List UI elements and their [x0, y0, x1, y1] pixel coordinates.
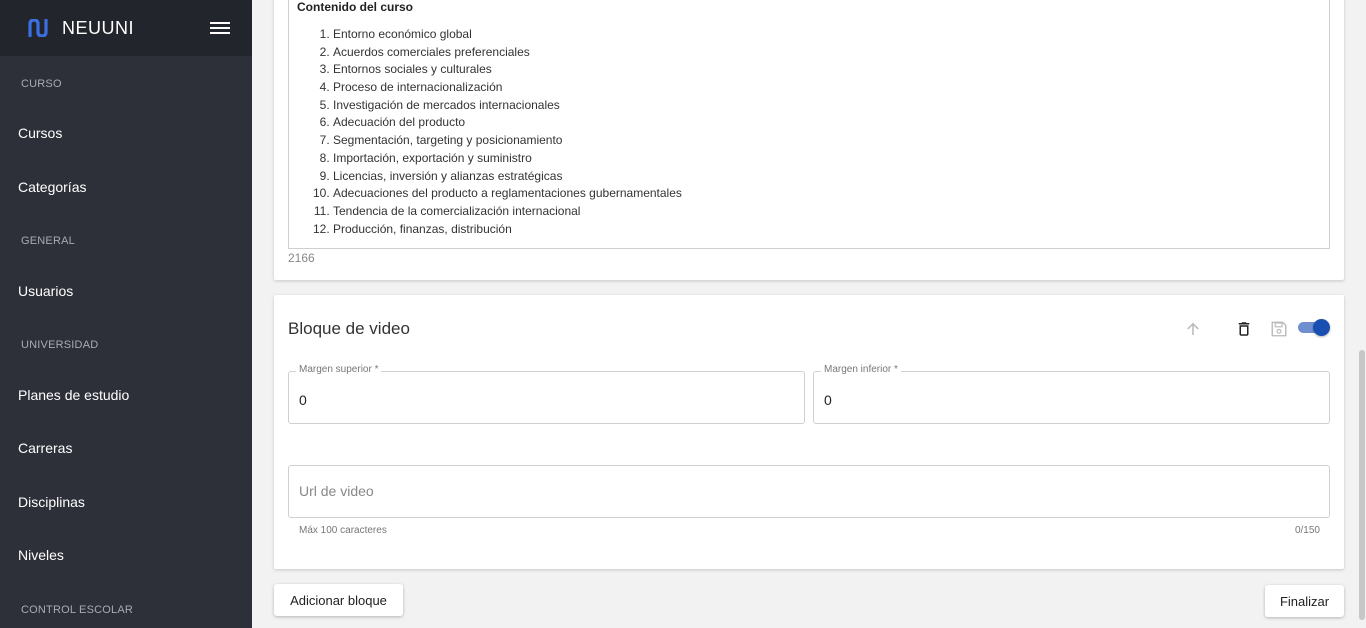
- character-count: 2166: [288, 251, 315, 265]
- trash-icon[interactable]: [1235, 320, 1253, 338]
- video-block-card: Bloque de video Margen superior * Margen…: [274, 295, 1344, 569]
- list-item: Importación, exportación y suministro: [333, 150, 682, 168]
- list-item: Investigación de mercados internacionale…: [333, 97, 682, 115]
- margin-top-field: Margen superior *: [288, 364, 805, 424]
- section-title-general: GENERAL: [21, 235, 75, 247]
- list-item: Segmentación, targeting y posicionamient…: [333, 132, 682, 150]
- list-item: Tendencia de la comercialización interna…: [333, 203, 682, 221]
- sidebar: NEUUNI CURSO Cursos Categorías GENERAL U…: [0, 0, 252, 628]
- sidebar-item-usuarios[interactable]: Usuarios: [18, 283, 73, 299]
- save-icon[interactable]: [1270, 320, 1288, 338]
- margin-top-input[interactable]: [299, 392, 789, 408]
- text-block-card: Contenido del curso Entorno económico gl…: [274, 0, 1344, 280]
- list-item: Entorno económico global: [333, 26, 682, 44]
- sidebar-item-disciplinas[interactable]: Disciplinas: [18, 494, 85, 510]
- section-title-control-escolar: CONTROL ESCOLAR: [21, 604, 134, 616]
- block-enabled-toggle[interactable]: [1298, 319, 1330, 336]
- sidebar-item-categorias[interactable]: Categorías: [18, 179, 86, 195]
- list-item: Producción, finanzas, distribución: [333, 221, 682, 239]
- list-item: Adecuación del producto: [333, 114, 682, 132]
- editor-heading: Contenido del curso: [297, 0, 414, 14]
- arrow-up-icon[interactable]: [1184, 320, 1202, 338]
- add-block-button[interactable]: Adicionar bloque: [274, 584, 403, 616]
- scrollbar-track[interactable]: [1358, 0, 1366, 628]
- sidebar-item-carreras[interactable]: Carreras: [18, 440, 72, 456]
- list-item: Acuerdos comerciales preferenciales: [333, 44, 682, 62]
- margin-bottom-field: Margen inferior *: [813, 364, 1330, 424]
- list-item: Licencias, inversión y alianzas estratég…: [333, 168, 682, 186]
- list-item: Adecuaciones del producto a reglamentaci…: [333, 185, 682, 203]
- margin-bottom-input[interactable]: [824, 392, 1314, 408]
- finish-button[interactable]: Finalizar: [1265, 585, 1344, 617]
- section-title-curso: CURSO: [21, 78, 62, 90]
- hamburger-menu-icon[interactable]: [210, 19, 230, 37]
- video-url-input[interactable]: [299, 483, 1299, 499]
- list-item: Proceso de internacionalización: [333, 79, 682, 97]
- margin-bottom-label: Margen inferior *: [821, 364, 901, 375]
- neuuni-logo-icon: [28, 19, 48, 37]
- rich-text-editor[interactable]: Contenido del curso Entorno económico gl…: [288, 0, 1330, 249]
- sidebar-header: NEUUNI: [0, 0, 252, 56]
- video-block-title: Bloque de video: [288, 319, 410, 338]
- section-title-universidad: UNIVERSIDAD: [21, 339, 99, 351]
- scrollbar-thumb[interactable]: [1359, 350, 1365, 620]
- brand-name: NEUUNI: [62, 17, 135, 38]
- url-hint: Máx 100 caracteres: [299, 525, 387, 536]
- sidebar-item-planes-de-estudio[interactable]: Planes de estudio: [18, 387, 129, 403]
- toggle-knob: [1313, 319, 1330, 336]
- url-char-counter: 0/150: [1294, 525, 1320, 536]
- margin-top-label: Margen superior *: [296, 364, 382, 375]
- video-url-field: [288, 465, 1330, 518]
- sidebar-item-cursos[interactable]: Cursos: [18, 125, 62, 141]
- course-content-list: Entorno económico globalAcuerdos comerci…: [333, 26, 682, 238]
- main-content: Contenido del curso Entorno económico gl…: [252, 0, 1366, 628]
- list-item: Entornos sociales y culturales: [333, 61, 682, 79]
- sidebar-item-niveles[interactable]: Niveles: [18, 547, 64, 563]
